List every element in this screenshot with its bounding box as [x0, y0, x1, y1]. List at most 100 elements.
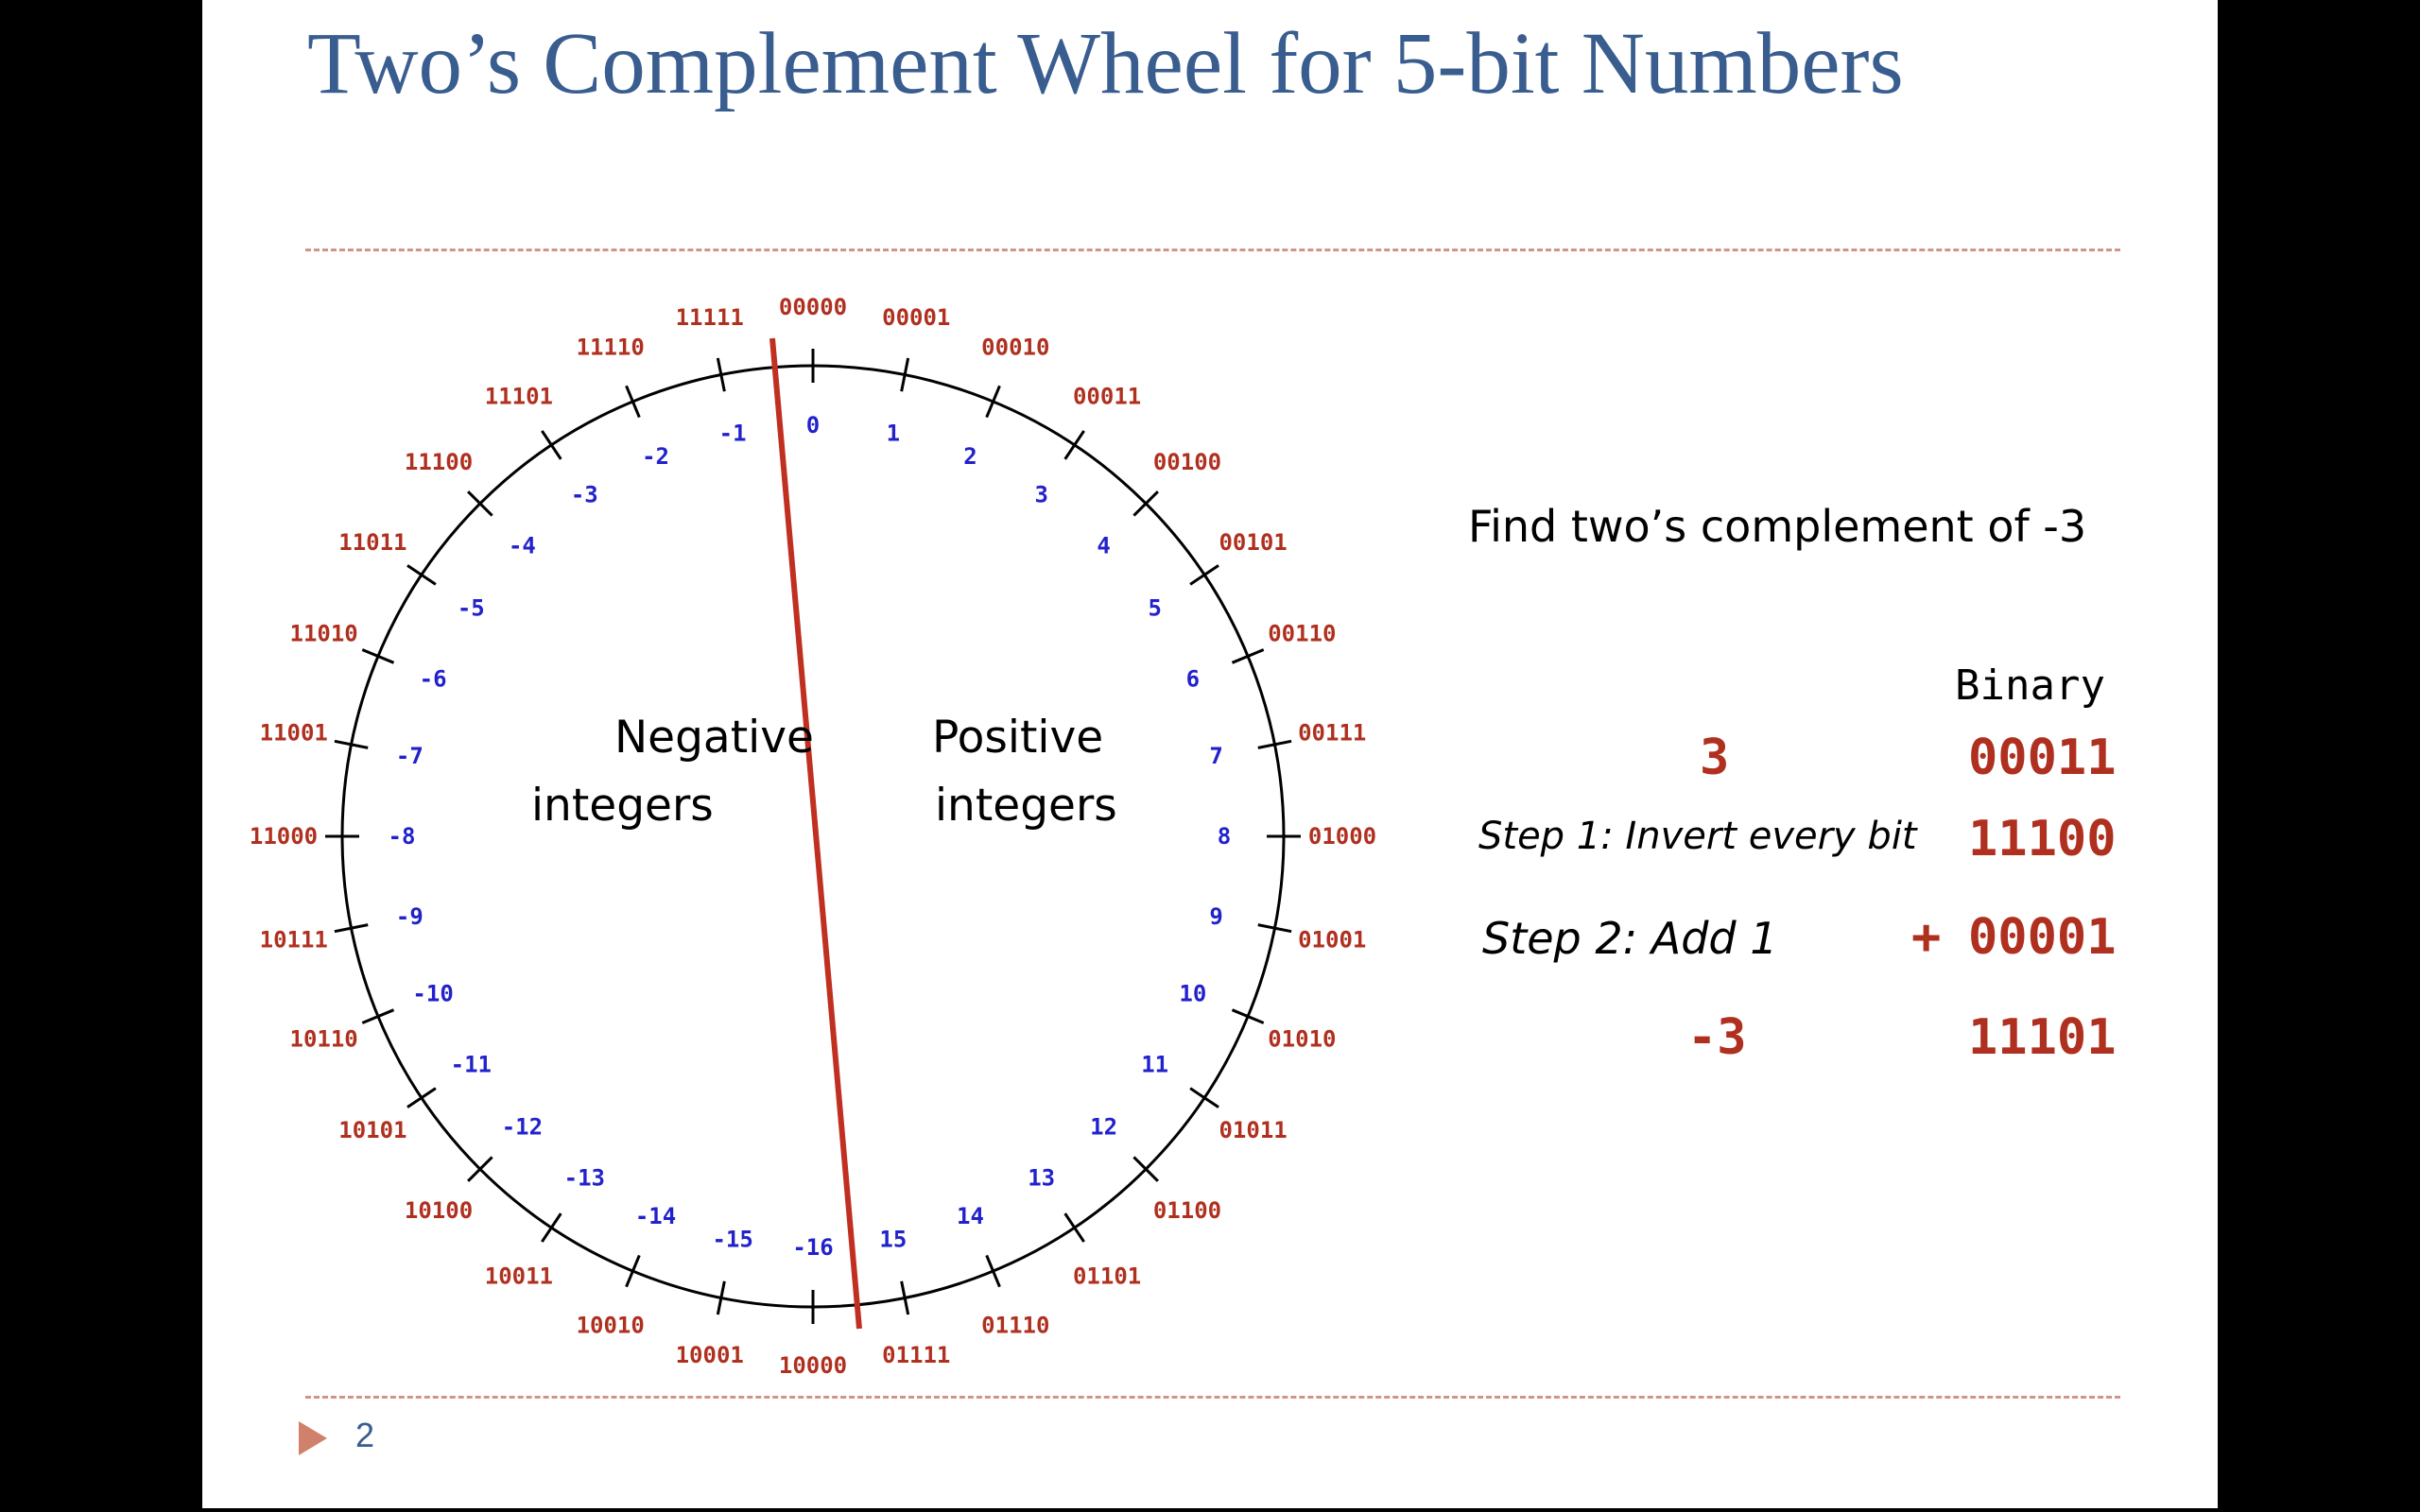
binary-column-header: Binary	[1955, 662, 2105, 710]
wheel-tick	[625, 1254, 641, 1288]
wheel-decimal-label: -14	[635, 1203, 676, 1229]
negative-region-label-line1: Negative	[614, 712, 814, 764]
wheel-decimal-label: -11	[451, 1052, 492, 1078]
wheel-binary-label: 10010	[577, 1312, 645, 1338]
wheel-decimal-label: -10	[412, 980, 453, 1006]
wheel-tick	[1231, 1008, 1265, 1024]
positive-region-label-line2: integers	[935, 780, 1117, 832]
result-decimal: -3	[1687, 1009, 1747, 1066]
wheel-tick	[1189, 1087, 1219, 1108]
wheel-tick	[406, 1087, 437, 1108]
wheel-tick	[541, 430, 562, 460]
wheel-decimal-label: -7	[396, 743, 424, 769]
wheel-binary-labels: 00000 00001000100001100100001010011000111…	[250, 294, 1376, 1379]
wheel-decimal-label: 6	[1186, 666, 1200, 693]
wheel-decimal-label: 12	[1090, 1114, 1117, 1141]
wheel-tick	[1189, 564, 1219, 586]
wheel-decimal-label: -3	[571, 481, 598, 507]
wheel-decimal-labels: 0 123456789101112131415-16-15-14-13-12-11…	[389, 412, 1232, 1261]
triangle-bullet-icon	[299, 1421, 327, 1455]
wheel-binary-label: 01000	[1308, 823, 1376, 850]
wheel-decimal-label: 1	[887, 420, 900, 446]
wheel-binary-label: 11110	[577, 335, 645, 361]
wheel-decimal-label: 5	[1148, 594, 1161, 621]
wheel-binary-label: 11011	[338, 529, 406, 556]
wheel-binary-label: 11111	[676, 304, 744, 331]
wheel-binary-label: 00000	[779, 294, 847, 320]
wheel-decimal-label: 13	[1028, 1165, 1055, 1192]
wheel-tick	[361, 1008, 395, 1024]
wheel-binary-label: 01110	[981, 1312, 1049, 1338]
wheel-ticks	[325, 349, 1301, 1324]
wheel-decimal-label: 9	[1209, 903, 1222, 930]
wheel-decimal-label: 15	[879, 1227, 907, 1253]
footer-divider	[305, 1396, 2120, 1399]
example-question: Find two’s complement of -3	[1468, 501, 2087, 552]
wheel-tick	[625, 385, 641, 419]
wheel-binary-label: 01001	[1298, 926, 1366, 953]
start-binary: 00011	[1968, 730, 2117, 786]
wheel-tick	[361, 648, 395, 664]
wheel-binary-label: 00110	[1268, 621, 1336, 647]
wheel-decimal-label: -2	[642, 443, 669, 470]
wheel-decimal-label: -1	[719, 420, 747, 446]
wheel-decimal-label: 8	[1218, 823, 1231, 850]
wheel-tick	[985, 385, 1001, 419]
wheel-binary-label: 00111	[1298, 720, 1366, 747]
wheel-decimal-label: 4	[1097, 532, 1110, 558]
wheel-decimal-label: 11	[1141, 1052, 1168, 1078]
wheel-decimal-label: 0	[806, 412, 820, 438]
complement-wheel: 0 123456789101112131415-16-15-14-13-12-11…	[250, 294, 1376, 1379]
wheel-decimal-label: 14	[957, 1203, 984, 1229]
wheel-decimal-label: -9	[396, 903, 424, 930]
wheel-binary-label: 10011	[485, 1263, 553, 1290]
step2-plus-operator: +	[1911, 909, 1942, 966]
wheel-binary-label: 00010	[981, 335, 1049, 361]
step1-binary: 11100	[1968, 811, 2117, 868]
wheel-decimal-label: -15	[712, 1227, 752, 1253]
wheel-binary-label: 11010	[290, 621, 358, 647]
wheel-binary-label: 11001	[260, 720, 328, 747]
wheel-decimal-label: -12	[502, 1114, 543, 1141]
wheel-decimal-label: 7	[1209, 743, 1222, 769]
wheel-decimal-label: -13	[564, 1165, 605, 1192]
step2-label: Step 2: Add 1	[1482, 913, 1778, 964]
wheel-tick	[406, 564, 437, 586]
wheel-binary-label: 01011	[1219, 1117, 1287, 1143]
wheel-binary-label: 00100	[1153, 449, 1221, 475]
wheel-binary-label: 10001	[676, 1342, 744, 1368]
slide: Two’s Complement Wheel for 5-bit Numbers…	[202, 0, 2218, 1508]
wheel-decimal-label: 2	[963, 443, 977, 470]
wheel-binary-label: 10000	[779, 1352, 847, 1379]
page-number: 2	[355, 1416, 375, 1454]
wheel-tick	[985, 1254, 1001, 1288]
wheel-binary-label: 01101	[1073, 1263, 1141, 1290]
wheel-binary-label: 10110	[290, 1025, 358, 1052]
wheel-decimal-label: 10	[1179, 980, 1206, 1006]
wheel-binary-label: 00001	[882, 304, 950, 331]
wheel-binary-label: 00101	[1219, 529, 1287, 556]
wheel-binary-label: 01111	[882, 1342, 950, 1368]
wheel-binary-label: 10111	[260, 926, 328, 953]
wheel-binary-label: 11000	[250, 823, 318, 850]
wheel-binary-label: 01100	[1153, 1197, 1221, 1224]
wheel-binary-label: 10101	[338, 1117, 406, 1143]
wheel-binary-label: 01010	[1268, 1025, 1336, 1052]
step2-binary: 00001	[1968, 909, 2117, 966]
wheel-decimal-label: -6	[420, 666, 447, 693]
wheel-binary-label: 11100	[405, 449, 473, 475]
wheel-binary-label: 10100	[405, 1197, 473, 1224]
wheel-decimal-label: 3	[1034, 481, 1047, 507]
step1-label: Step 1: Invert every bit	[1478, 815, 1917, 858]
wheel-decimal-label: -5	[458, 594, 485, 621]
positive-region-label-line1: Positive	[932, 712, 1103, 764]
wheel-decimal-label: -8	[389, 823, 416, 850]
sign-divider-line	[769, 337, 862, 1330]
result-binary: 11101	[1968, 1009, 2117, 1066]
wheel-binary-label: 00011	[1073, 383, 1141, 409]
wheel-tick	[1063, 430, 1085, 460]
wheel-binary-label: 11101	[485, 383, 553, 409]
wheel-decimal-label: -4	[509, 532, 536, 558]
start-decimal: 3	[1700, 730, 1730, 786]
wheel-tick	[1231, 648, 1265, 664]
